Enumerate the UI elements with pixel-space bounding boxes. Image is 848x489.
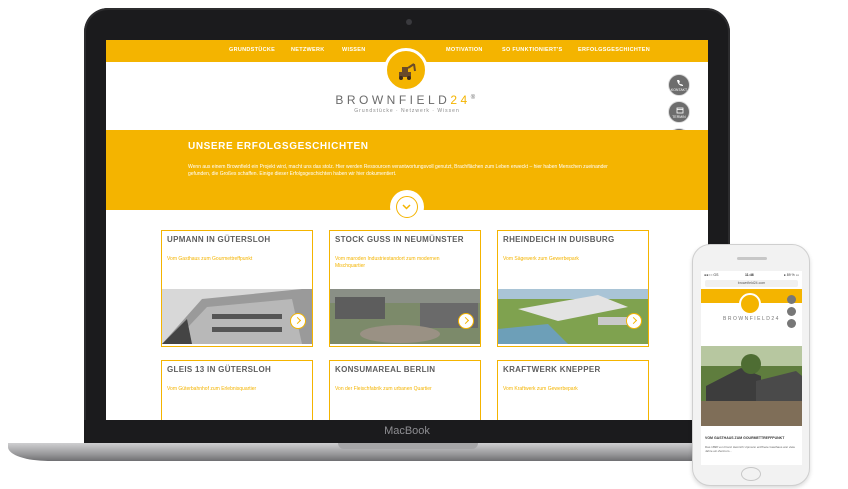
card-subtitle: Vom Kraftwerk zum Gewerbepark (503, 386, 578, 392)
card-title: STOCK GUSS IN NEUMÜNSTER (335, 235, 464, 244)
calendar-icon (676, 107, 684, 114)
registered-mark: ® (470, 95, 479, 101)
signal-text: ●●○○ GS (704, 273, 719, 277)
phone-speaker (737, 257, 767, 260)
phone: ●●○○ GS 11:46 ● 89 % ▭ brownfield24.com … (692, 244, 810, 486)
card-title: KRAFTWERK KNEPPER (503, 365, 601, 374)
appointment-button[interactable]: TERMIN (668, 101, 690, 123)
scroll-down-ring (396, 196, 418, 218)
phone-time: 11:46 (745, 273, 754, 277)
card-title: GLEIS 13 IN GÜTERSLOH (167, 365, 272, 374)
camera (406, 19, 412, 25)
card-title: RHEINDEICH IN DUISBURG (503, 235, 615, 244)
card-subtitle: Von der Fleischfabrik zum urbanen Quarti… (335, 386, 432, 392)
phone-login-button[interactable] (787, 319, 796, 328)
laptop-brand: MacBook (384, 425, 430, 437)
card-title: UPMANN IN GÜTERSLOH (167, 235, 271, 244)
laptop-chin: MacBook (84, 420, 730, 443)
nav-erfolgsgeschichten[interactable]: ERFOLGSGESCHICHTEN (578, 47, 650, 53)
nav-netzwerk[interactable]: NETZWERK (291, 47, 325, 53)
laptop-screen: GRUNDSTÜCKE NETZWERK WISSEN MOTIVATION S… (106, 40, 708, 420)
card-arrow-button[interactable] (458, 313, 474, 329)
home-button[interactable] (741, 467, 761, 481)
card-subtitle: Vom Güterbahnhof zum Erlebnisquartier (167, 386, 257, 392)
contact-button[interactable]: KONTAKT (668, 74, 690, 96)
hero-title: UNSERE ERFOLGSGESCHICHTEN (188, 141, 369, 152)
wordmark-number: 24 (450, 93, 471, 107)
nav-so-funktionierts[interactable]: SO FUNKTIONIERT'S (502, 47, 563, 53)
wordmark: BROWNFIELD24® (106, 93, 708, 107)
laptop-base (8, 443, 808, 461)
appointment-label: TERMIN (672, 115, 686, 119)
card-arrow-button[interactable] (626, 313, 642, 329)
card-title: KONSUMAREAL BERLIN (335, 365, 436, 374)
phone-story-text: Das 1898 von Franz Heinrich Upmann eröff… (705, 445, 795, 453)
phone-url-bar[interactable]: brownfield24.com (705, 280, 798, 287)
story-card-gleis13[interactable]: GLEIS 13 IN GÜTERSLOH Vom Güterbahnhof z… (161, 360, 313, 420)
phone-contact-button[interactable] (787, 295, 796, 304)
card-subtitle: Vom Sägewerk zum Gewerbepark (503, 256, 579, 262)
card-subtitle: Vom Gasthaus zum Gourmettreffpunkt (167, 256, 253, 262)
story-card-rheindeich[interactable]: RHEINDEICH IN DUISBURG Vom Sägewerk zum … (497, 230, 649, 347)
nav-grundstuecke[interactable]: GRUNDSTÜCKE (229, 47, 275, 53)
card-arrow-button[interactable] (290, 313, 306, 329)
wordmark-text: BROWNFIELD (335, 93, 451, 107)
laptop-notch (338, 443, 478, 449)
phone-logo-badge[interactable] (739, 293, 761, 315)
contact-label: KONTAKT (670, 88, 688, 92)
phone-story-caption: VOM GASTHAUS ZUM GOURMETTREFFPUNKT (705, 436, 785, 440)
story-card-konsumareal[interactable]: KONSUMAREAL BERLIN Von der Fleischfabrik… (329, 360, 481, 420)
logo-badge[interactable] (384, 48, 428, 92)
scroll-down-button[interactable] (390, 190, 424, 224)
nav-wissen[interactable]: WISSEN (342, 47, 366, 53)
story-card-upmann[interactable]: UPMANN IN GÜTERSLOH Vom Gasthaus zum Gou… (161, 230, 313, 347)
battery-text: ● 89 % ▭ (783, 273, 799, 277)
hero-text: Wenn aus einem Brownfield ein Projekt wi… (188, 164, 608, 177)
phone-appointment-button[interactable] (787, 307, 796, 316)
phone-story-photo (701, 346, 802, 426)
nav-motivation[interactable]: MOTIVATION (446, 47, 483, 53)
phone-icon (677, 80, 683, 86)
phone-status-bar: ●●○○ GS 11:46 ● 89 % ▭ (701, 271, 802, 280)
card-subtitle: Vom maroden Industriestandort zum modern… (335, 256, 440, 269)
story-card-kraftwerk[interactable]: KRAFTWERK KNEPPER Vom Kraftwerk zum Gewe… (497, 360, 649, 420)
story-card-stock-guss[interactable]: STOCK GUSS IN NEUMÜNSTER Vom maroden Ind… (329, 230, 481, 347)
chevron-down-icon (402, 204, 411, 210)
excavator-icon (399, 63, 416, 80)
phone-screen: ●●○○ GS 11:46 ● 89 % ▭ brownfield24.com … (701, 271, 802, 465)
tagline: Grundstücke · Netzwerk · Wissen (354, 108, 460, 114)
